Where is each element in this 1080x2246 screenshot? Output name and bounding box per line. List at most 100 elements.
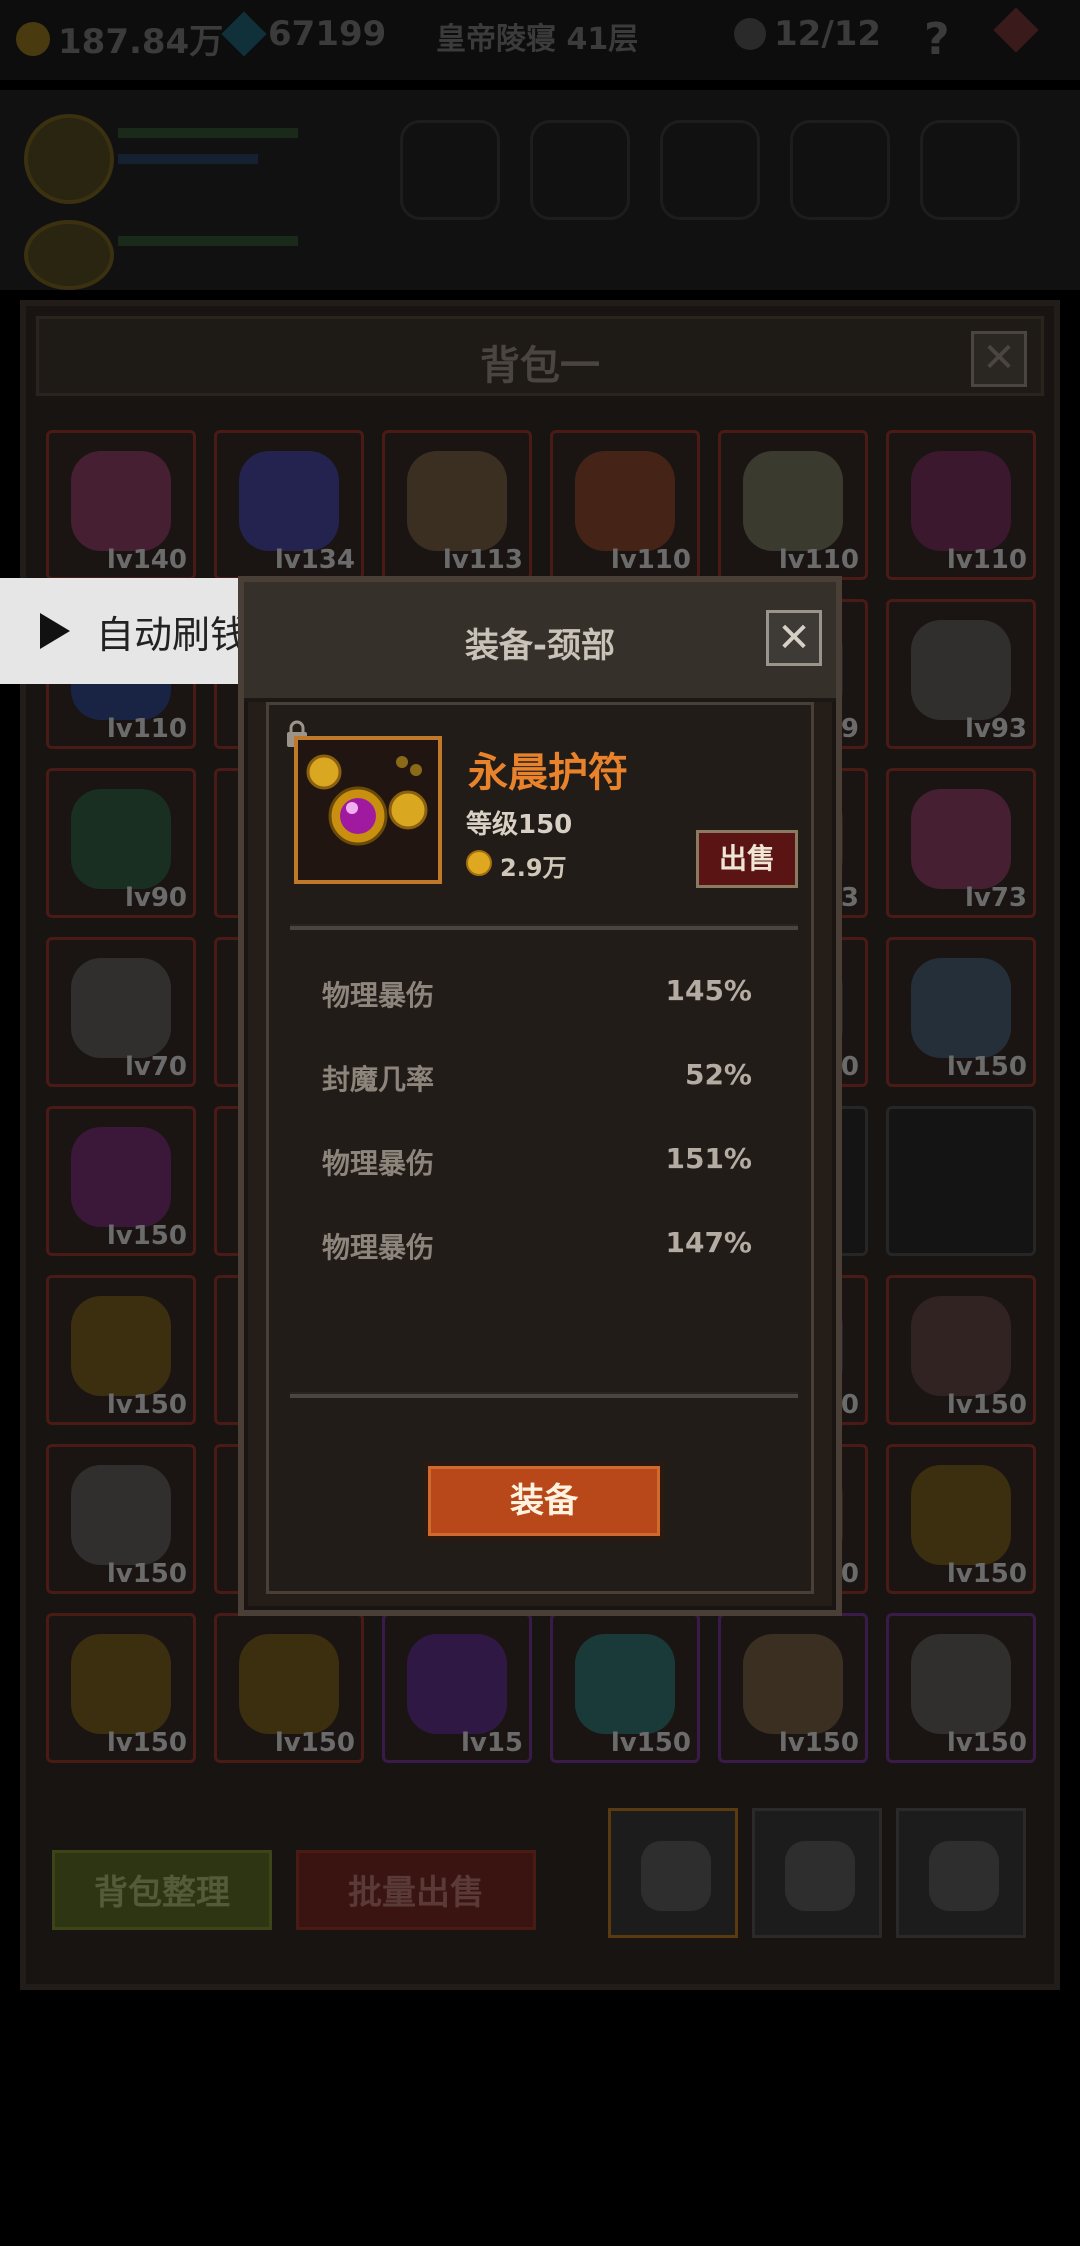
bag-item-slot[interactable]: lv150 <box>886 1275 1036 1425</box>
item-icon <box>743 451 843 551</box>
item-level-label: lv150 <box>106 1559 187 1589</box>
item-icon <box>71 1296 171 1396</box>
item-level-label: lv110 <box>778 545 859 575</box>
item-icon <box>71 1634 171 1734</box>
stat-name: 物理暴伤 <box>322 1231 435 1264</box>
divider <box>290 1392 798 1398</box>
bag-item-slot[interactable]: lv110 <box>550 430 700 580</box>
skull-counter: 12/12 <box>734 14 881 54</box>
item-level-label: lv150 <box>610 1728 691 1758</box>
bag-item-slot[interactable]: lv110 <box>718 430 868 580</box>
item-level-label: lv150 <box>106 1728 187 1758</box>
item-icon <box>239 1634 339 1734</box>
item-level-label: lv15 <box>460 1728 523 1758</box>
bag-item-slot[interactable]: lv150 <box>46 1106 196 1256</box>
bag-item-slot[interactable]: lv150 <box>886 937 1036 1087</box>
item-level-label: lv150 <box>946 1728 1027 1758</box>
item-level-label: lv150 <box>106 1390 187 1420</box>
bag-item-slot[interactable]: lv113 <box>382 430 532 580</box>
equip-button[interactable]: 装备 <box>424 1462 664 1540</box>
gem-amount: 67199 <box>268 14 387 54</box>
item-level-label: lv134 <box>274 545 355 575</box>
item-icon <box>911 958 1011 1058</box>
gold-counter: 187.84万 <box>16 14 223 63</box>
bag-item-slot[interactable]: lv93 <box>886 599 1036 749</box>
bag-item-slot[interactable]: lv70 <box>46 937 196 1087</box>
stat-name: 物理暴伤 <box>322 979 435 1012</box>
skill-slot[interactable] <box>400 120 500 220</box>
bag-item-slot[interactable]: lv150 <box>718 1613 868 1763</box>
item-level-label: lv93 <box>964 714 1027 744</box>
item-price: 2.9万 <box>500 854 567 882</box>
divider <box>290 924 798 930</box>
stat-row: 物理暴伤 147% <box>322 1226 752 1266</box>
item-level-label: lv150 <box>946 1052 1027 1082</box>
bag-item-slot[interactable]: lv150 <box>46 1613 196 1763</box>
item-icon <box>575 1634 675 1734</box>
item-icon <box>911 451 1011 551</box>
item-icon-frame <box>294 736 442 884</box>
bulk-sell-button[interactable]: 批量出售 <box>296 1850 536 1930</box>
skill-slot[interactable] <box>530 120 630 220</box>
hero-avatar[interactable] <box>24 114 114 204</box>
item-level-label: lv150 <box>946 1559 1027 1589</box>
bag-item-slot[interactable]: lv150 <box>886 1444 1036 1594</box>
item-level-label: 0 <box>840 1052 859 1082</box>
skull-count: 12/12 <box>774 14 882 54</box>
settings-icon[interactable] <box>993 7 1039 53</box>
item-icon <box>239 451 339 551</box>
bag-tab-3[interactable] <box>896 1808 1026 1938</box>
sell-button[interactable]: 出售 <box>696 830 798 888</box>
top-hud: 187.84万 67199 皇帝陵寝 41层 12/12 ? <box>0 0 1080 80</box>
skill-slot[interactable] <box>920 120 1020 220</box>
item-icon <box>71 1127 171 1227</box>
play-icon[interactable] <box>40 613 70 649</box>
bag-item-slot[interactable]: lv150 <box>214 1613 364 1763</box>
bag-item-slot[interactable] <box>886 1106 1036 1256</box>
bag-item-slot[interactable]: lv150 <box>550 1613 700 1763</box>
item-level-label: lv110 <box>106 714 187 744</box>
stat-name: 物理暴伤 <box>322 1147 435 1180</box>
item-level-label: lv140 <box>106 545 187 575</box>
bag-item-slot[interactable]: lv90 <box>46 768 196 918</box>
bag-item-slot[interactable]: lv15 <box>382 1613 532 1763</box>
help-button[interactable]: ? <box>924 14 950 65</box>
bag-tab-2[interactable] <box>752 1808 882 1938</box>
bag-item-slot[interactable]: lv73 <box>886 768 1036 918</box>
item-level: 等级150 <box>466 810 573 840</box>
item-level-label: lv73 <box>964 883 1027 913</box>
dialog-close-button[interactable]: ✕ <box>766 610 822 666</box>
dialog-header: 装备-颈部 ✕ <box>244 582 836 702</box>
item-level-label: lv70 <box>124 1052 187 1082</box>
coin-icon <box>466 850 492 876</box>
stat-row: 物理暴伤 151% <box>322 1142 752 1182</box>
bag-item-slot[interactable]: lv140 <box>46 430 196 580</box>
item-level-label: lv150 <box>778 1728 859 1758</box>
skill-slot[interactable] <box>660 120 760 220</box>
bag-item-slot[interactable]: lv134 <box>214 430 364 580</box>
item-level-label: lv150 <box>946 1390 1027 1420</box>
item-icon <box>911 1465 1011 1565</box>
gold-amount: 187.84万 <box>58 22 224 62</box>
item-level-label: lv150 <box>274 1728 355 1758</box>
sort-bag-button[interactable]: 背包整理 <box>52 1850 272 1930</box>
skill-slot[interactable] <box>790 120 890 220</box>
auto-refresh-label[interactable]: 自动刷钱 <box>96 604 248 659</box>
bag-item-slot[interactable]: lv150 <box>46 1275 196 1425</box>
item-icon <box>911 789 1011 889</box>
amulet-icon <box>306 754 428 846</box>
item-icon <box>71 958 171 1058</box>
companion-avatar[interactable] <box>24 220 114 290</box>
item-icon <box>407 451 507 551</box>
item-icon <box>71 789 171 889</box>
bag-item-slot[interactable]: lv110 <box>886 430 1036 580</box>
bag-close-button[interactable]: ✕ <box>971 331 1027 387</box>
stat-value: 145% <box>665 974 752 1007</box>
item-level-label: lv110 <box>610 545 691 575</box>
bag-tab-1[interactable] <box>608 1808 738 1938</box>
bag-title: 背包一 <box>480 343 600 389</box>
bag-item-slot[interactable]: lv150 <box>886 1613 1036 1763</box>
item-icon <box>71 1465 171 1565</box>
stat-value: 147% <box>665 1226 752 1259</box>
bag-item-slot[interactable]: lv150 <box>46 1444 196 1594</box>
